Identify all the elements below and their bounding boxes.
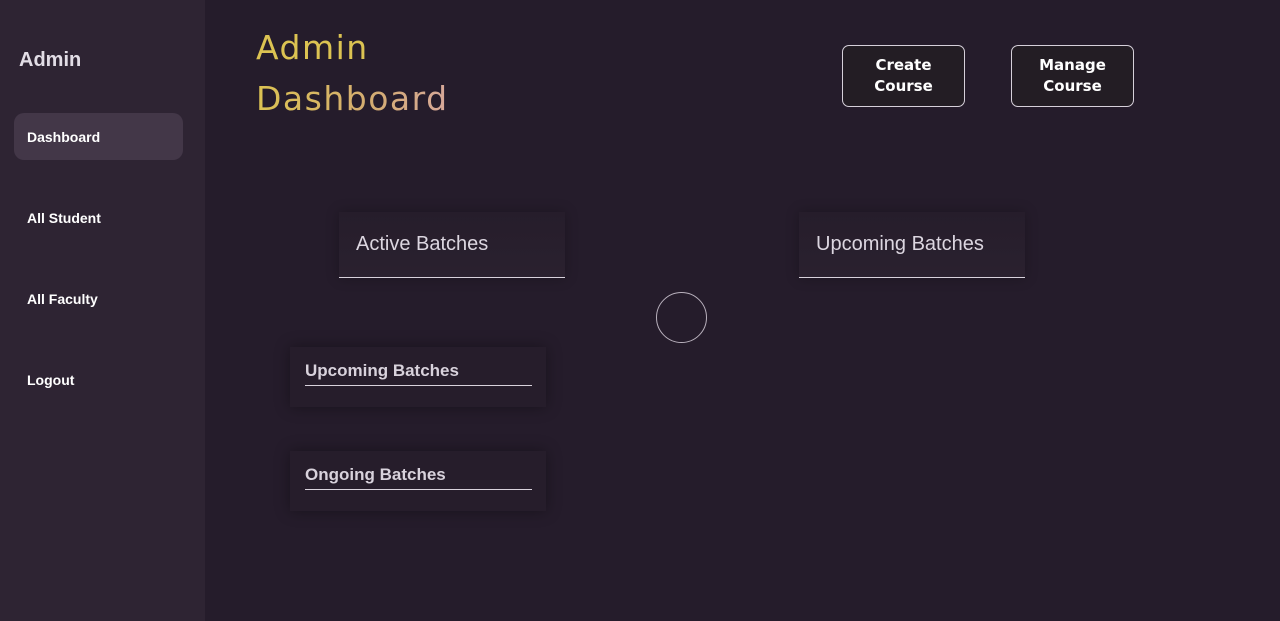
app-root: Admin Dashboard All Student All Faculty … <box>0 0 1280 621</box>
page-title: Admin Dashboard <box>256 22 449 124</box>
ongoing-batches-card: Ongoing Batches <box>290 451 546 511</box>
page-title-line1: Admin <box>256 28 369 67</box>
sidebar: Admin Dashboard All Student All Faculty … <box>0 0 205 621</box>
upcoming-batches-card: Upcoming Batches <box>290 347 546 407</box>
sidebar-title: Admin <box>19 49 82 71</box>
section-heading-ongoing-batches: Ongoing Batches <box>305 465 532 490</box>
tab-upcoming-batches[interactable]: Upcoming Batches <box>799 212 1025 278</box>
sidebar-item-logout[interactable]: Logout <box>14 356 183 403</box>
sidebar-item-dashboard[interactable]: Dashboard <box>14 113 183 160</box>
manage-course-button[interactable]: Manage Course <box>1011 45 1134 107</box>
section-heading-upcoming-batches: Upcoming Batches <box>305 361 532 386</box>
sidebar-item-all-student[interactable]: All Student <box>14 194 183 241</box>
tab-active-batches[interactable]: Active Batches <box>339 212 565 278</box>
page-title-line2: Dashboard <box>256 73 449 124</box>
sidebar-item-all-faculty[interactable]: All Faculty <box>14 275 183 322</box>
loading-spinner <box>656 292 707 343</box>
create-course-button[interactable]: Create Course <box>842 45 965 107</box>
